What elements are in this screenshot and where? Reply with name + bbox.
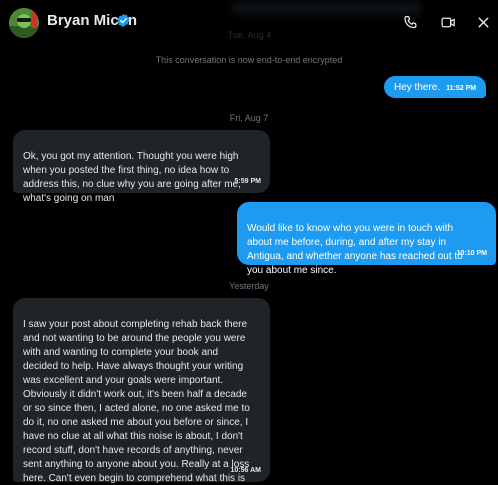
avatar-image-icon [9,8,39,38]
message-bubble-outgoing[interactable]: Hey there. 11:52 PM [384,76,487,98]
message-text: I saw your post about completing rehab b… [23,319,250,484]
date-separator-fri: Fri, Aug 7 [229,113,269,123]
encryption-notice: This conversation is now end-to-end encr… [155,55,343,65]
video-camera-icon [440,17,455,27]
date-separator-yesterday: Yesterday [229,281,269,291]
message-thread[interactable]: This conversation is now end-to-end encr… [0,0,498,485]
verified-badge-icon [117,13,130,27]
message-bubble-outgoing[interactable]: Would like to know who you were in touch… [237,202,496,276]
message-time: 10:10 PM [456,250,487,257]
video-call-button[interactable] [431,5,465,39]
header-decor [232,2,422,14]
message-time: 5:59 PM [234,178,261,185]
message-bubble-incoming[interactable]: I saw your post about completing rehab b… [13,298,270,484]
message-bubble-incoming[interactable]: Ok, you got my attention. Thought you we… [13,130,270,204]
message-text: Ok, you got my attention. Thought you we… [23,151,241,204]
close-button[interactable] [466,5,498,39]
message-text: Would like to know who you were in touch… [247,223,463,276]
faded-date-label: Tue, Aug 4 [228,30,272,40]
call-button[interactable] [393,5,427,39]
message-time: 10:56 AM [230,467,261,474]
avatar[interactable] [9,8,39,38]
conversation-header: Tue, Aug 4 Bryan Micon [0,0,498,44]
message-time: 11:52 PM [446,85,477,92]
dm-conversation-window: This conversation is now end-to-end encr… [0,0,498,485]
phone-icon [403,15,417,28]
message-text: Hey there. [394,82,441,93]
close-icon [478,17,488,27]
